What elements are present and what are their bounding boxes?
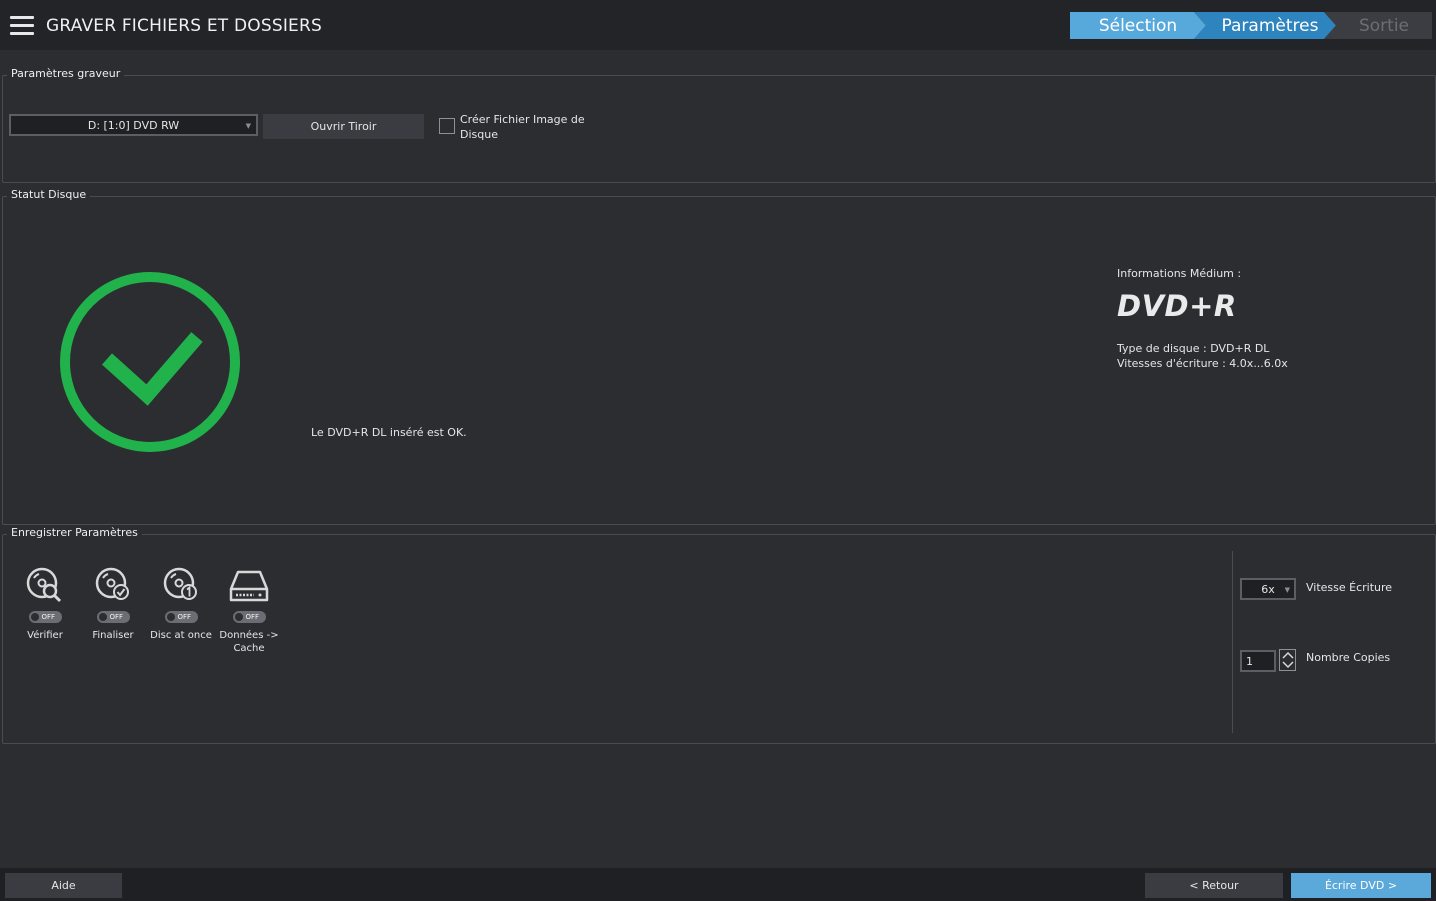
write-speed-select[interactable]: 6x ▼ bbox=[1240, 578, 1296, 600]
record-settings-group: Enregistrer Paramètres OFF Vérifier OFF … bbox=[2, 526, 1436, 744]
verify-label: Vérifier bbox=[27, 630, 63, 641]
write-speeds: Vitesses d'écriture : 4.0x...6.0x bbox=[1117, 357, 1288, 370]
drive-cache-icon bbox=[229, 570, 269, 602]
dropdown-arrow-icon: ▼ bbox=[1284, 586, 1290, 594]
write-dvd-button[interactable]: Écrire DVD > bbox=[1291, 873, 1431, 898]
menu-icon[interactable] bbox=[10, 16, 34, 36]
bottom-bar: Aide < Retour Écrire DVD > bbox=[0, 868, 1436, 901]
help-button[interactable]: Aide bbox=[5, 873, 122, 898]
copies-spinner[interactable] bbox=[1279, 649, 1296, 671]
cache-toggle[interactable]: OFF bbox=[232, 611, 266, 623]
disc-check-icon bbox=[95, 567, 129, 600]
disc-search-icon bbox=[26, 567, 62, 603]
create-image-checkbox[interactable] bbox=[439, 118, 455, 134]
drive-select[interactable]: D: [1:0] DVD RW ▼ bbox=[9, 114, 258, 136]
wizard-steps: Sélection Paramètres Sortie bbox=[1070, 12, 1432, 39]
divider bbox=[1232, 551, 1233, 733]
step-output: Sortie bbox=[1324, 12, 1432, 39]
create-image-label: Créer Fichier Image de Disque bbox=[460, 113, 585, 141]
finalize-toggle[interactable]: OFF bbox=[96, 611, 130, 623]
step-parameters[interactable]: Paramètres bbox=[1194, 12, 1336, 39]
drive-select-value: D: [1:0] DVD RW bbox=[87, 118, 180, 132]
open-tray-button[interactable]: Ouvrir Tiroir bbox=[263, 114, 424, 139]
finalize-label: Finaliser bbox=[92, 630, 134, 641]
option-verify: OFF Vérifier bbox=[10, 567, 80, 642]
copies-label: Nombre Copies bbox=[1306, 651, 1391, 664]
disc-at-once-toggle[interactable]: OFF bbox=[164, 611, 198, 623]
disc-one-icon bbox=[163, 567, 197, 600]
disc-status-message: Le DVD+R DL inséré est OK. bbox=[311, 426, 467, 439]
disc-type: Type de disque : DVD+R DL bbox=[1117, 342, 1270, 355]
option-cache: OFF Données -> Cache bbox=[214, 567, 284, 655]
chevron-down-icon[interactable] bbox=[1282, 660, 1294, 670]
dropdown-arrow-icon: ▼ bbox=[245, 122, 251, 130]
disc-status-legend: Statut Disque bbox=[7, 188, 91, 201]
option-disc-at-once: OFF Disc at once bbox=[146, 567, 216, 642]
chevron-up-icon[interactable] bbox=[1282, 650, 1294, 660]
copies-input[interactable]: 1 bbox=[1240, 650, 1276, 672]
record-settings-legend: Enregistrer Paramètres bbox=[7, 526, 142, 539]
write-speed-label: Vitesse Écriture bbox=[1306, 581, 1393, 594]
step-selection[interactable]: Sélection bbox=[1070, 12, 1206, 39]
cache-label: Données -> Cache bbox=[219, 630, 279, 654]
back-button[interactable]: < Retour bbox=[1145, 873, 1283, 898]
option-finalize: OFF Finaliser bbox=[78, 567, 148, 642]
verify-toggle[interactable]: OFF bbox=[28, 611, 62, 623]
check-circle-icon bbox=[60, 272, 240, 452]
top-bar: GRAVER FICHIERS ET DOSSIERS Sélection Pa… bbox=[0, 0, 1436, 50]
media-name: DVD+R bbox=[1117, 289, 1237, 323]
burner-settings-legend: Paramètres graveur bbox=[7, 67, 125, 80]
disc-status-group: Statut Disque Le DVD+R DL inséré est OK.… bbox=[2, 188, 1436, 525]
burner-settings-group: Paramètres graveur D: [1:0] DVD RW ▼ Ouv… bbox=[2, 67, 1436, 183]
page-title: GRAVER FICHIERS ET DOSSIERS bbox=[46, 16, 322, 36]
write-speed-value: 6x bbox=[1261, 582, 1275, 596]
disc-at-once-label: Disc at once bbox=[150, 630, 212, 641]
media-info-title: Informations Médium : bbox=[1117, 267, 1242, 280]
